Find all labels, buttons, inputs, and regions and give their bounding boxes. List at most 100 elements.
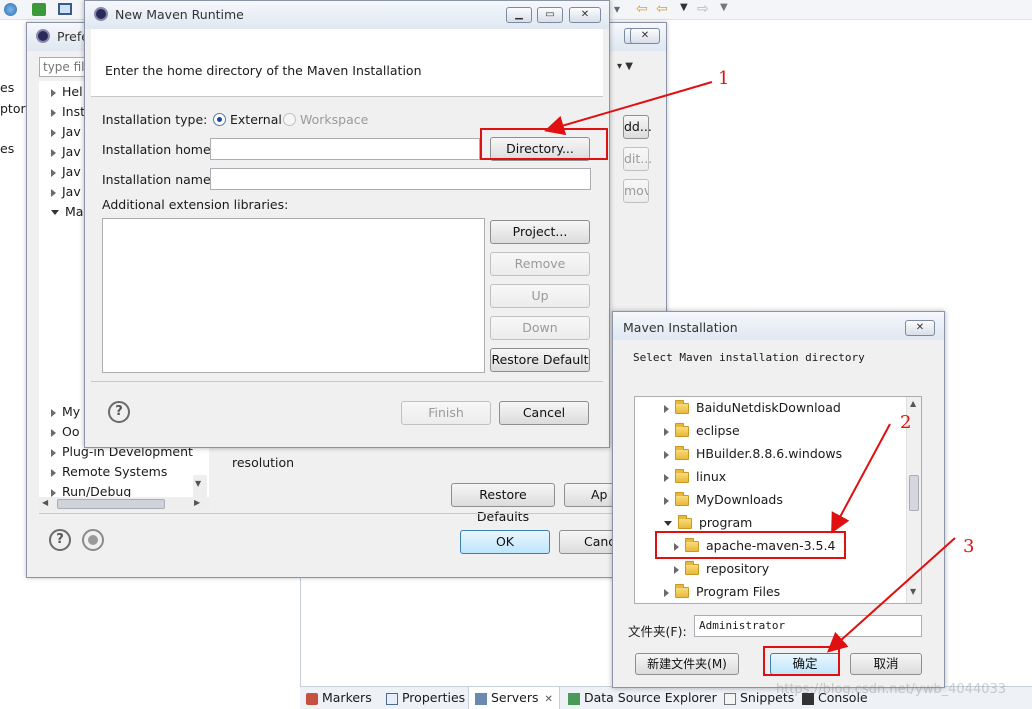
dropdown-icon[interactable]: ▼	[680, 2, 688, 13]
folder-item[interactable]: Program Files	[664, 581, 780, 603]
chevron-right-icon[interactable]	[664, 496, 669, 505]
folder-item[interactable]: BaiduNetdiskDownload	[664, 397, 841, 419]
tree-scrollbar-horizontal[interactable]: ◀ ▶	[39, 497, 209, 511]
project-button[interactable]: Project...	[490, 220, 590, 244]
browse-cancel-button[interactable]: 取消	[850, 653, 922, 675]
close-button[interactable]: ✕	[630, 28, 660, 44]
folder-icon	[675, 492, 689, 506]
monitor-icon[interactable]	[58, 3, 72, 15]
restore-defaults-button[interactable]: Restore Defaults	[451, 483, 555, 524]
remove-button[interactable]: Remove	[490, 252, 590, 276]
folder-item[interactable]: MyDownloads	[664, 489, 783, 511]
folder-item[interactable]: eclipse	[664, 420, 740, 442]
folder-item[interactable]: HBuilder.8.8.6.windows	[664, 443, 842, 465]
maximize-button[interactable]: ▭	[537, 7, 563, 23]
remove-installation-button[interactable]: move	[623, 179, 649, 203]
chevron-right-icon	[51, 408, 56, 417]
add-button[interactable]: dd...	[623, 115, 652, 139]
down-button[interactable]: Down	[490, 316, 590, 340]
apply-button[interactable]: Ap	[564, 483, 614, 507]
minimize-button[interactable]: ▁	[506, 7, 532, 23]
tab-properties[interactable]: Properties	[386, 690, 465, 705]
highlight-confirm	[763, 646, 840, 676]
tree-item[interactable]: Hel	[51, 81, 83, 103]
tab-data-source-explorer[interactable]: Data Source Explorer	[568, 690, 717, 705]
tab-label: Markers	[321, 690, 372, 705]
installation-home-field[interactable]	[210, 138, 480, 160]
folder-field[interactable]: Administrator	[694, 615, 922, 637]
radio-external[interactable]	[213, 113, 226, 126]
annotation-2: 2	[900, 412, 912, 433]
folder-icon	[678, 515, 692, 529]
chevron-right-icon[interactable]	[674, 565, 679, 574]
folder-icon	[675, 584, 689, 598]
highlight-directory-button	[480, 128, 608, 160]
tab-servers[interactable]: Servers ✕	[468, 687, 560, 709]
back-nav-icon[interactable]: ⇦	[656, 1, 668, 17]
close-button[interactable]: ✕	[905, 320, 935, 336]
tree-item[interactable]: My	[51, 401, 80, 423]
forward-icon[interactable]: ⇨	[697, 1, 709, 17]
eclipse-icon	[94, 7, 108, 21]
properties-icon	[386, 692, 398, 705]
scroll-thumb[interactable]	[909, 475, 919, 511]
tree-scrollbar-vertical[interactable]: ▼	[193, 475, 207, 497]
folder-item[interactable]: linux	[664, 466, 726, 488]
chevron-right-icon[interactable]	[664, 450, 669, 459]
view-menu-icon[interactable]: ▾ ▼	[617, 61, 633, 72]
chevron-right-icon[interactable]	[664, 427, 669, 436]
close-button[interactable]: ✕	[569, 7, 601, 23]
folder-item[interactable]: repository	[674, 558, 769, 580]
chevron-right-icon[interactable]	[664, 404, 669, 413]
tree-item[interactable]: Jav	[51, 141, 81, 163]
chevron-right-icon	[51, 448, 56, 457]
dialog-separator	[91, 381, 603, 382]
tree-item[interactable]: Jav	[51, 181, 81, 203]
installation-name-label: Installation name:	[102, 172, 215, 187]
forward-dropdown-icon[interactable]: ▼	[720, 2, 728, 13]
chevron-right-icon[interactable]	[664, 588, 669, 597]
scroll-thumb[interactable]	[57, 499, 165, 509]
restore-default-button[interactable]: Restore Default	[490, 348, 590, 372]
new-folder-button[interactable]: 新建文件夹(M)	[635, 653, 739, 675]
folder-label: 文件夹(F):	[628, 624, 687, 639]
record-icon[interactable]	[82, 529, 104, 551]
folder-name: linux	[696, 469, 727, 484]
globe-icon[interactable]	[4, 3, 17, 16]
tab-label: Servers	[490, 690, 539, 705]
ok-button[interactable]: OK	[460, 530, 550, 554]
left-cut-text-1: es	[0, 80, 15, 95]
markers-icon	[306, 692, 318, 705]
back-icon[interactable]: ⇦	[636, 1, 648, 17]
finish-button[interactable]: Finish	[401, 401, 491, 425]
help-icon[interactable]: ?	[108, 401, 130, 423]
chevron-down-icon[interactable]	[664, 521, 672, 526]
folder-tree[interactable]: BaiduNetdiskDownload eclipse HBuilder.8.8.…	[634, 396, 922, 604]
tree-item[interactable]: Remote Systems	[51, 461, 167, 483]
help-icon[interactable]: ?	[49, 529, 71, 551]
tree-item[interactable]: Jav	[51, 161, 81, 183]
libraries-list[interactable]	[102, 218, 485, 373]
left-cut-text-3: es	[0, 141, 15, 156]
radio-external-label: External	[230, 112, 282, 127]
up-button[interactable]: Up	[490, 284, 590, 308]
installation-name-field[interactable]	[210, 168, 591, 190]
new-maven-runtime-dialog: New Maven Runtime ▁ ▭ ✕ Enter the home d…	[84, 0, 610, 448]
tree-item[interactable]: Ma	[51, 201, 83, 223]
tab-label: Data Source Explorer	[583, 690, 717, 705]
close-icon[interactable]: ✕	[544, 694, 552, 705]
radio-workspace[interactable]	[283, 113, 296, 126]
tree-item[interactable]: Oo	[51, 421, 80, 443]
dialog-cancel-button[interactable]: Cancel	[499, 401, 589, 425]
tree-item[interactable]: Jav	[51, 121, 81, 143]
tree-item[interactable]: Inst	[51, 101, 85, 123]
tab-markers[interactable]: Markers	[306, 690, 372, 705]
chevron-right-icon[interactable]	[664, 473, 669, 482]
folder-name: HBuilder.8.8.6.windows	[696, 446, 843, 461]
pref-separator	[39, 513, 654, 514]
nav-icon[interactable]: ▾	[614, 2, 620, 16]
edit-button[interactable]: dit...	[623, 147, 652, 171]
chevron-right-icon	[51, 128, 56, 137]
folder-name: program	[699, 515, 753, 530]
run-icon[interactable]	[32, 3, 46, 16]
